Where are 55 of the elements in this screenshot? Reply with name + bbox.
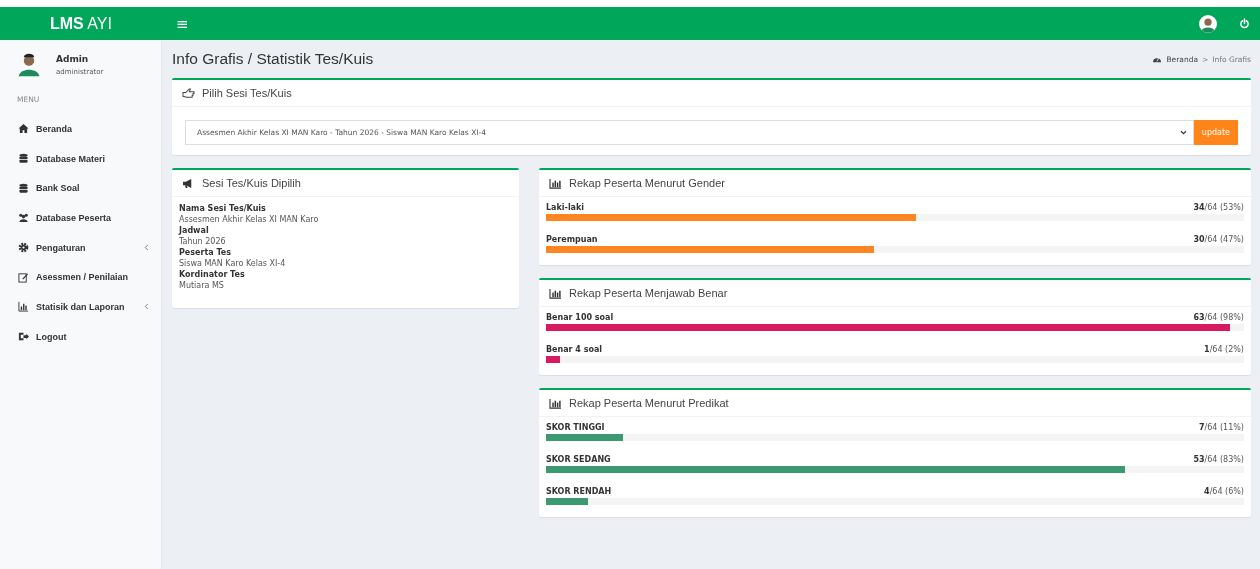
field-label: Kordinator Tes [179,270,246,279]
progress-count: 30/64 (47%) [1193,235,1244,244]
field-label: Nama Sesi Tes/Kuis [179,204,267,213]
progress-count: 1/64 (2%) [1204,345,1244,354]
avatar-icon[interactable] [1199,14,1217,33]
progress-label: Benar 100 soal [546,313,614,322]
database-icon [18,182,29,194]
field-value: Tahun 2026 [179,237,227,246]
sidebar-item[interactable]: Statisik dan Laporan [0,292,161,322]
progress-count: 7/64 (11%) [1198,423,1244,432]
chevron-icon [144,303,149,311]
card-title: Pilih Sesi Tes/Kuis [202,87,292,99]
progress-label: Perempuan [546,235,598,244]
sidebar-item[interactable]: Database Peserta [0,203,161,233]
progress-label: Benar 4 soal [546,345,603,354]
progress-count: 4/64 (6%) [1204,487,1244,496]
field-value: Assesmen Akhir Kelas XI MAN Karo [179,215,320,224]
settings-icon [18,242,29,254]
progress-label: SKOR TINGGI [546,423,605,432]
sidebar-item[interactable]: Logout [0,321,161,352]
chevron-icon [144,244,149,252]
field-label: Peserta Tes [179,248,232,257]
edit-icon [18,271,29,283]
card-title: Rekap Peserta Menurut Gender [569,177,725,189]
logout-icon [18,331,29,343]
field-value: Siswa MAN Karo Kelas XI-4 [179,259,287,268]
page-title: Info Grafis / Statistik Tes/Kuis [172,50,374,68]
power-icon[interactable] [1239,18,1250,29]
sidebar-item[interactable]: Database Materi [0,143,161,174]
progress-count: 34/64 (53%) [1193,203,1244,212]
field-value: Mutiara MS [179,281,225,290]
sidebar-item[interactable]: Bank Soal [0,173,161,204]
progress-label: Laki-laki [546,203,585,212]
progress-label: SKOR RENDAH [546,487,612,496]
dashboard-icon [1152,55,1163,63]
progress-count: 63/64 (98%) [1193,313,1244,322]
sidebar-item[interactable]: Pengaturan [0,232,161,263]
progress-label: SKOR SEDANG [546,455,611,464]
bar-chart-icon [549,397,562,409]
sidebar-item[interactable]: Beranda [0,114,161,144]
bar-chart-icon [18,301,29,313]
progress-count: 53/64 (83%) [1193,455,1244,464]
bar-chart-icon [549,177,562,189]
chevron-down-icon [1179,130,1187,135]
pointing-hand-icon [182,87,195,99]
users-icon [18,212,29,224]
sidebar-item[interactable]: Asessmen / Penilaian [0,262,161,293]
field-label: Jadwal [179,226,210,235]
card-title: Rekap Peserta Menurut Predikat [569,397,729,409]
database-icon [18,153,29,165]
home-icon [18,123,29,135]
bar-chart-icon [549,287,562,299]
card-title: Rekap Peserta Menjawab Benar [569,287,728,299]
user-name: Admin [56,54,90,64]
card-title: Sesi Tes/Kuis Dipilih [202,177,301,189]
